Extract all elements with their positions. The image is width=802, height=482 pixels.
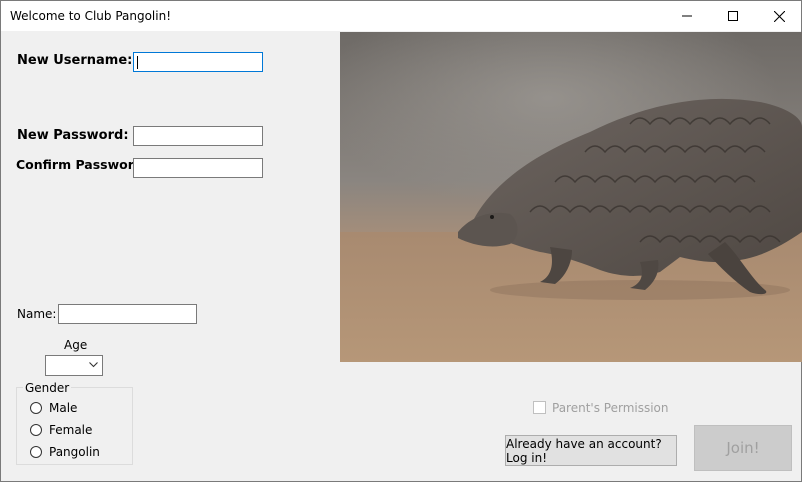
window-title: Welcome to Club Pangolin!	[10, 9, 172, 23]
parent-permission-label: Parent's Permission	[552, 401, 669, 415]
gender-radio-female[interactable]	[30, 424, 42, 436]
gender-radio-pangolin[interactable]	[30, 446, 42, 458]
confirm-password-label: Confirm Password:	[16, 157, 148, 172]
text-caret	[137, 56, 138, 69]
login-button[interactable]: Already have an account? Log in!	[505, 435, 677, 466]
chevron-down-icon	[89, 362, 98, 368]
password-label: New Password:	[17, 128, 129, 143]
maximize-icon	[728, 11, 738, 21]
close-button[interactable]	[756, 1, 802, 31]
age-dropdown[interactable]	[45, 355, 103, 376]
title-bar: Welcome to Club Pangolin!	[1, 1, 801, 31]
app-window: Welcome to Club Pangolin! New Username: …	[0, 0, 802, 482]
pangolin-photo	[340, 32, 802, 362]
join-button[interactable]: Join!	[694, 425, 792, 471]
password-input[interactable]	[133, 126, 263, 146]
gender-option-label: Pangolin	[49, 445, 100, 459]
name-input[interactable]	[58, 304, 197, 324]
gender-radio-male[interactable]	[30, 402, 42, 414]
maximize-button[interactable]	[710, 1, 756, 31]
name-label: Name:	[17, 307, 57, 321]
gender-option-label: Male	[49, 401, 78, 415]
minimize-icon	[682, 15, 692, 17]
minimize-button[interactable]	[664, 1, 710, 31]
confirm-password-input[interactable]	[133, 158, 263, 178]
gender-group-title: Gender	[23, 381, 72, 395]
close-icon	[773, 10, 785, 22]
username-input[interactable]	[133, 52, 263, 72]
gender-option-label: Female	[49, 423, 93, 437]
age-label: Age	[64, 338, 88, 352]
parent-permission-checkbox[interactable]	[533, 401, 546, 414]
username-label: New Username:	[17, 53, 133, 68]
